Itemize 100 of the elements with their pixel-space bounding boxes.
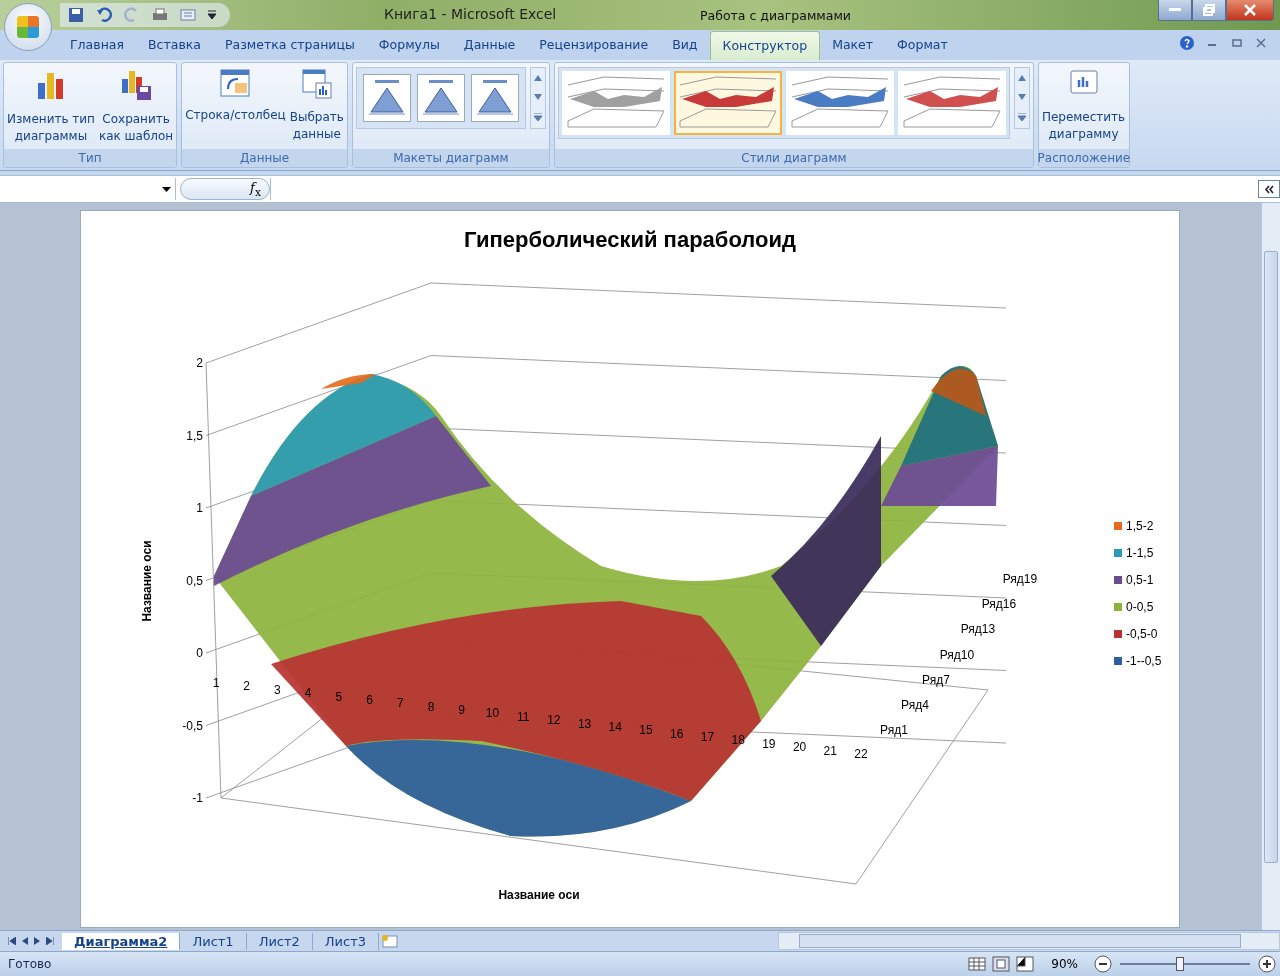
axis-tick-label: 5: [335, 689, 343, 704]
close-button[interactable]: [1226, 0, 1274, 21]
axis-tick-label: 8: [427, 699, 435, 714]
sheet-tab[interactable]: Лист3: [312, 932, 380, 950]
axis-tick-label: 1: [212, 676, 220, 690]
axis-tick-label: 7: [396, 696, 404, 711]
table-swap-icon: [220, 69, 251, 97]
horizontal-scrollbar[interactable]: [778, 932, 1280, 950]
ribbon-tab[interactable]: Рецензирование: [527, 31, 661, 60]
next-sheet-icon[interactable]: [34, 937, 40, 945]
axis-tick-label: 9: [458, 703, 466, 718]
close-icon: [1244, 4, 1256, 16]
vertical-scrollbar[interactable]: [1261, 203, 1280, 930]
scroll-down-icon[interactable]: [1017, 94, 1026, 100]
axis-tick-label: 12: [547, 713, 561, 728]
zoom-level[interactable]: 90%: [1039, 957, 1090, 971]
chart-layout-thumbnail[interactable]: [470, 74, 519, 122]
minimize-button[interactable]: [1158, 0, 1192, 21]
axis-tick-label: -1: [192, 791, 203, 805]
page-break-icon[interactable]: [1015, 955, 1036, 973]
help-icon[interactable]: [1180, 36, 1194, 50]
zoom-slider-thumb[interactable]: [1175, 957, 1184, 971]
axis-tick-label: 4: [304, 686, 312, 701]
axis-tick-label: Ряд13: [960, 622, 996, 637]
axis-title: Название оси: [140, 540, 154, 622]
group-label: Расположение: [1038, 149, 1129, 167]
ribbon-tab[interactable]: Данные: [451, 31, 528, 60]
sheet-tab[interactable]: Лист2: [246, 932, 313, 950]
ribbon-tab[interactable]: Разметка страницы: [212, 31, 367, 60]
axis-tick-label: Ряд7: [922, 672, 950, 687]
ribbon-tab[interactable]: Формулы: [366, 31, 452, 60]
scroll-down-icon[interactable]: [533, 94, 542, 100]
expand-icon: [1264, 184, 1274, 194]
window-title: Книга1 - Microsoft Excel: [384, 6, 557, 22]
ribbon-button[interactable]: Переместить диаграмму: [1041, 67, 1126, 143]
axis-tick-label: Ряд19: [1002, 572, 1038, 586]
dropdown-icon[interactable]: [208, 10, 216, 20]
restore-button[interactable]: [1192, 0, 1226, 21]
axis-tick-label: 0: [196, 646, 203, 660]
ribbon-tab[interactable]: Конструктор: [709, 31, 821, 60]
ribbon-button[interactable]: Строка/столбец: [185, 67, 286, 124]
ribbon-tab[interactable]: Вид: [660, 31, 710, 60]
axis-tick-label: 2: [196, 356, 203, 370]
zoom-out-icon[interactable]: [1094, 955, 1112, 973]
chart-save-icon: [120, 69, 153, 101]
ribbon-button[interactable]: Сохранить как шаблон: [98, 67, 174, 145]
ribbon-tab[interactable]: Главная: [58, 31, 136, 60]
axis-tick-label: 0,5: [186, 573, 203, 588]
legend-label: -0,5-0: [1126, 627, 1158, 641]
status-text: Готово: [7, 957, 53, 971]
expand-button[interactable]: [1258, 180, 1280, 198]
axis-tick-label: Ряд16: [981, 597, 1017, 612]
first-sheet-icon[interactable]: [8, 937, 16, 945]
zoom-in-icon[interactable]: [1258, 955, 1276, 973]
ribbon-tab[interactable]: Макет: [820, 31, 886, 60]
minimize-icon: [1169, 8, 1181, 12]
ribbon-tab[interactable]: Вставка: [136, 31, 213, 60]
axis-tick-label: 20: [792, 740, 807, 755]
group-label: Макеты диаграмм: [352, 149, 549, 167]
ribbon-button[interactable]: Изменить тип диаграммы: [7, 67, 95, 145]
dropdown-icon[interactable]: [162, 186, 171, 192]
scroll-up-icon[interactable]: [533, 74, 542, 81]
table-chart-icon: [301, 69, 332, 99]
axis-tick-label: 16: [670, 726, 684, 741]
axis-tick-label: 1,5: [186, 428, 203, 443]
axis-tick-label: 2: [243, 679, 251, 694]
chart-layout-thumbnail[interactable]: [416, 74, 465, 122]
office-button[interactable]: [4, 3, 52, 51]
axis-tick-label: 22: [854, 747, 868, 761]
chart-style-thumbnail[interactable]: [673, 71, 782, 135]
previous-sheet-icon[interactable]: [22, 937, 28, 945]
insert-function-button[interactable]: f$_{x}$: [180, 178, 270, 200]
sheet-tab[interactable]: Лист1: [180, 932, 247, 950]
scroll-up-icon[interactable]: [1017, 74, 1026, 81]
ribbon-tab[interactable]: Формат: [885, 31, 960, 60]
legend-label: 0,5-1: [1126, 573, 1154, 587]
last-sheet-icon[interactable]: [46, 937, 54, 945]
context-title: Работа с диаграммами: [699, 8, 852, 23]
normal-view-icon[interactable]: [967, 955, 988, 973]
axis-tick-label: Ряд1: [880, 723, 908, 737]
legend-label: 1,5-2: [1126, 519, 1154, 533]
group-label: Тип: [4, 149, 177, 167]
ribbon-button[interactable]: Выбрать данные: [289, 67, 344, 143]
save-icon[interactable]: [68, 7, 84, 23]
more-icon[interactable]: [1017, 113, 1026, 122]
close-icon[interactable]: [1256, 38, 1266, 48]
axis-tick-label: 1: [196, 501, 203, 515]
axis-tick-label: Ряд10: [939, 647, 975, 662]
axis-tick-label: -0,5: [182, 718, 203, 733]
restore-icon[interactable]: [1232, 38, 1242, 48]
axis-tick-label: 19: [762, 736, 776, 751]
axis-tick-label: 21: [823, 743, 837, 758]
group-label: Данные: [182, 149, 347, 167]
print-icon[interactable]: [152, 7, 168, 23]
group-label: Стили диаграмм: [554, 149, 1033, 167]
sheet-tab[interactable]: Диаграмма2: [62, 932, 181, 950]
axis-tick-label: 17: [700, 730, 715, 745]
undo-icon[interactable]: [96, 7, 112, 23]
more-icon[interactable]: [533, 113, 542, 122]
chart-layout-thumbnail[interactable]: [362, 74, 411, 122]
